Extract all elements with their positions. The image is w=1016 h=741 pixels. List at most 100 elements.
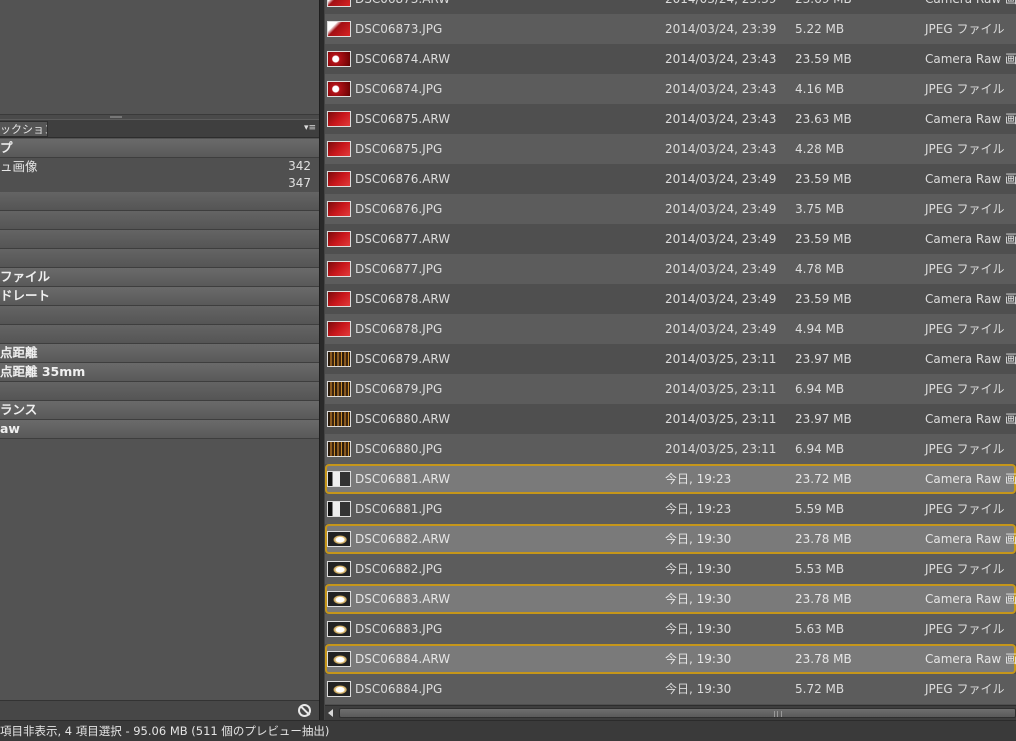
file-name: DSC06883.JPG xyxy=(355,622,443,636)
file-row[interactable]: DSC06876.JPG 2014/03/24, 23:49 3.75 MB JPEG… xyxy=(325,194,1016,224)
file-date: 2014/03/25, 23:11 xyxy=(665,442,777,456)
file-size: 4.28 MB xyxy=(795,142,845,156)
thumbnail[interactable] xyxy=(327,141,351,157)
filter-category[interactable] xyxy=(0,382,319,401)
file-row[interactable]: DSC06878.JPG 2014/03/24, 23:49 4.94 MB JPEG… xyxy=(325,314,1016,344)
thumbnail[interactable] xyxy=(327,471,351,487)
file-row[interactable]: DSC06884.JPG 今日, 19:30 5.72 MB JPEG ファイル xyxy=(325,674,1016,704)
file-date: 2014/03/24, 23:49 xyxy=(665,322,777,336)
filter-category[interactable] xyxy=(0,211,319,230)
filter-category[interactable]: aw xyxy=(0,420,319,439)
filter-category[interactable]: ファイル xyxy=(0,268,319,287)
file-row[interactable]: DSC06873.JPG 2014/03/24, 23:39 5.22 MB JPEG… xyxy=(325,14,1016,44)
thumbnail[interactable] xyxy=(327,651,351,667)
file-date: 今日, 19:23 xyxy=(665,472,732,486)
file-row[interactable]: DSC06879.ARW 2014/03/25, 23:11 23.97 MB Cam… xyxy=(325,344,1016,374)
file-date: 2014/03/24, 23:49 xyxy=(665,202,777,216)
thumbnail[interactable] xyxy=(327,111,351,127)
thumbnail[interactable] xyxy=(327,231,351,247)
filter-label: aw xyxy=(0,421,20,436)
thumbnail[interactable] xyxy=(327,411,351,427)
thumbnail[interactable] xyxy=(327,81,351,97)
file-name: DSC06879.ARW xyxy=(355,352,451,366)
file-date: 2014/03/25, 23:11 xyxy=(665,382,777,396)
file-type: JPEG ファイル xyxy=(925,22,1005,36)
grip-icon xyxy=(774,711,782,717)
filter-category[interactable]: 点距離 35mm xyxy=(0,363,319,382)
filter-category[interactable] xyxy=(0,192,319,211)
filter-category[interactable]: ランス xyxy=(0,401,319,420)
file-row[interactable]: DSC06879.JPG 2014/03/25, 23:11 6.94 MB JPEG… xyxy=(325,374,1016,404)
filter-label: ドレート xyxy=(0,288,51,303)
file-date: 2014/03/24, 23:49 xyxy=(665,262,777,276)
thumbnail[interactable] xyxy=(327,321,351,337)
filter-category[interactable] xyxy=(0,249,319,268)
collection-panel-header: ックション ▾≡ xyxy=(0,120,319,138)
file-date: 2014/03/24, 23:39 xyxy=(665,0,776,14)
file-row[interactable]: DSC06875.ARW 2014/03/24, 23:43 23.63 MB Cam… xyxy=(325,104,1016,134)
panel-menu-icon[interactable]: ▾≡ xyxy=(300,122,316,135)
thumbnail[interactable] xyxy=(327,51,351,67)
thumbnail[interactable] xyxy=(327,591,351,607)
thumbnail[interactable] xyxy=(327,351,351,367)
thumbnail[interactable] xyxy=(327,441,351,457)
file-row[interactable]: DSC06876.ARW 2014/03/24, 23:49 23.59 MB Cam… xyxy=(325,164,1016,194)
file-row[interactable]: DSC06877.ARW 2014/03/24, 23:49 23.59 MB Cam… xyxy=(325,224,1016,254)
filter-category[interactable] xyxy=(0,325,319,344)
arrow-left-icon[interactable] xyxy=(328,709,333,717)
file-size: 5.59 MB xyxy=(795,502,845,516)
file-row[interactable]: DSC06874.ARW 2014/03/24, 23:43 23.59 MB Cam… xyxy=(325,44,1016,74)
file-type: JPEG ファイル xyxy=(925,262,1005,276)
file-row[interactable]: DSC06873.ARW 2014/03/24, 23:39 23.69 MB Cam… xyxy=(325,0,1016,14)
file-row[interactable]: DSC06875.JPG 2014/03/24, 23:43 4.28 MB JPEG… xyxy=(325,134,1016,164)
filter-item[interactable]: ュ画像 342 xyxy=(0,158,319,175)
file-type: Camera Raw 画 xyxy=(925,652,1016,666)
filter-category[interactable]: プ xyxy=(0,139,319,158)
tab-collection[interactable]: ックション xyxy=(0,121,48,137)
left-top-panel xyxy=(0,0,319,116)
thumbnail[interactable] xyxy=(327,171,351,187)
file-row[interactable]: DSC06881.ARW 今日, 19:23 23.72 MB Camera Raw … xyxy=(325,464,1016,494)
thumbnail[interactable] xyxy=(327,0,351,7)
file-row[interactable]: DSC06883.ARW 今日, 19:30 23.78 MB Camera Raw … xyxy=(325,584,1016,614)
scrollbar-thumb[interactable] xyxy=(339,708,1016,718)
thumbnail[interactable] xyxy=(327,381,351,397)
file-date: 今日, 19:30 xyxy=(665,592,732,606)
thumbnail[interactable] xyxy=(327,21,351,37)
file-row[interactable]: DSC06882.JPG 今日, 19:30 5.53 MB JPEG ファイル xyxy=(325,554,1016,584)
thumbnail[interactable] xyxy=(327,501,351,517)
filter-category[interactable] xyxy=(0,230,319,249)
file-row[interactable]: DSC06883.JPG 今日, 19:30 5.63 MB JPEG ファイル xyxy=(325,614,1016,644)
file-row[interactable]: DSC06874.JPG 2014/03/24, 23:43 4.16 MB JPEG… xyxy=(325,74,1016,104)
file-row[interactable]: DSC06880.JPG 2014/03/25, 23:11 6.94 MB JPEG… xyxy=(325,434,1016,464)
file-size: 23.78 MB xyxy=(795,652,852,666)
thumbnail[interactable] xyxy=(327,621,351,637)
file-row[interactable]: DSC06878.ARW 2014/03/24, 23:49 23.59 MB Cam… xyxy=(325,284,1016,314)
file-row[interactable]: DSC06877.JPG 2014/03/24, 23:49 4.78 MB JPEG… xyxy=(325,254,1016,284)
filter-category[interactable]: 点距離 xyxy=(0,344,319,363)
thumbnail[interactable] xyxy=(327,681,351,697)
file-type: Camera Raw 画 xyxy=(925,0,1016,14)
filter-item[interactable]: 347 xyxy=(0,175,319,192)
splitter-grip-icon[interactable] xyxy=(110,116,122,118)
thumbnail[interactable] xyxy=(327,291,351,307)
file-row[interactable]: DSC06880.ARW 2014/03/25, 23:11 23.97 MB Cam… xyxy=(325,404,1016,434)
file-date: 2014/03/24, 23:43 xyxy=(665,52,777,66)
filter-label: プ xyxy=(0,140,13,155)
file-size: 23.78 MB xyxy=(795,592,852,606)
filter-category[interactable]: ドレート xyxy=(0,287,319,306)
thumbnail[interactable] xyxy=(327,261,351,277)
file-row[interactable]: DSC06881.JPG 今日, 19:23 5.59 MB JPEG ファイル xyxy=(325,494,1016,524)
file-type: Camera Raw 画 xyxy=(925,592,1016,606)
status-bar: 項目非表示, 4 項目選択 - 95.06 MB (511 個のプレビュー抽出) xyxy=(0,720,1016,741)
no-entry-icon[interactable] xyxy=(298,704,311,717)
thumbnail[interactable] xyxy=(327,201,351,217)
file-row[interactable]: DSC06882.ARW 今日, 19:30 23.78 MB Camera Raw … xyxy=(325,524,1016,554)
horizontal-scrollbar[interactable] xyxy=(325,705,1016,720)
thumbnail[interactable] xyxy=(327,561,351,577)
left-panel: ックション ▾≡ プュ画像 342 347 ファイルドレート点距離点距離 35mm ラン… xyxy=(0,0,319,720)
file-name: DSC06881.ARW xyxy=(355,472,451,486)
filter-category[interactable] xyxy=(0,306,319,325)
file-row[interactable]: DSC06884.ARW 今日, 19:30 23.78 MB Camera Raw … xyxy=(325,644,1016,674)
thumbnail[interactable] xyxy=(327,531,351,547)
